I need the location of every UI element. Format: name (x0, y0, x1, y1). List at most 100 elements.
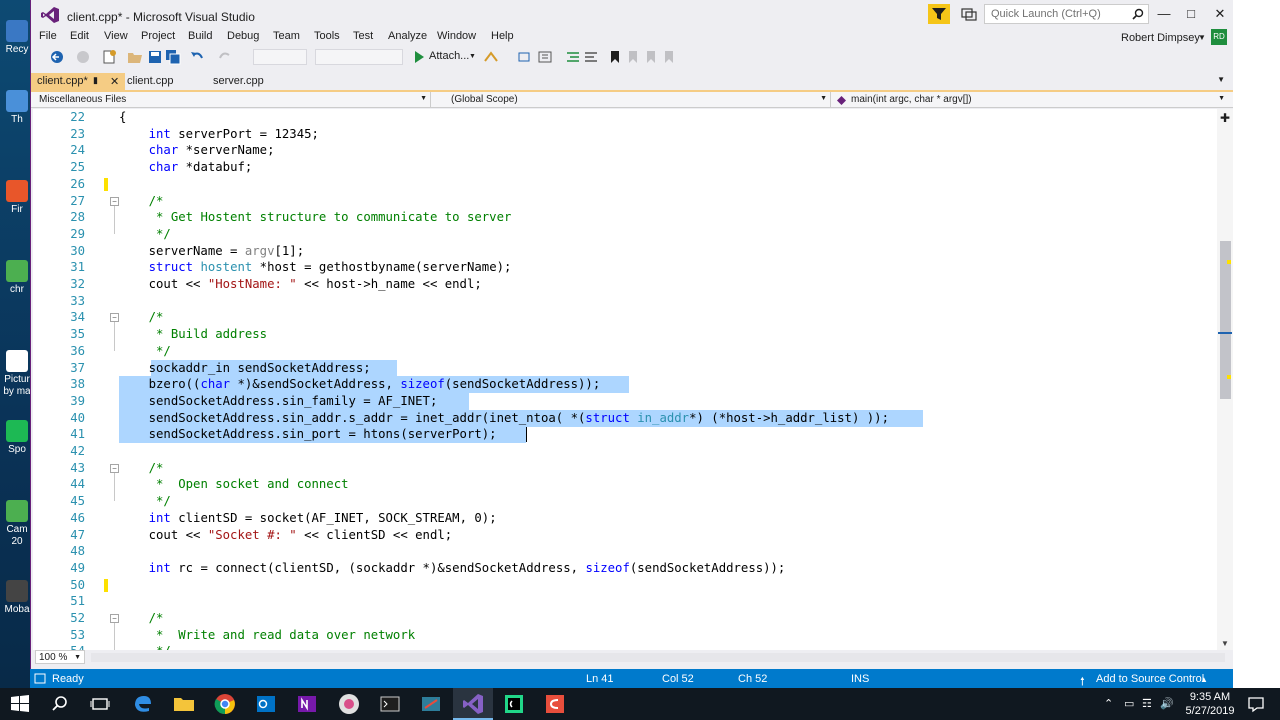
terminal-icon[interactable] (378, 692, 402, 716)
next-bookmark-icon[interactable] (643, 49, 659, 65)
code-line[interactable]: 32 cout << "HostName: " << host->h_name … (33, 276, 1217, 293)
tab-list-dropdown-icon[interactable]: ▼ (1217, 75, 1225, 84)
code-line[interactable]: 33 (33, 293, 1217, 310)
minimize-button[interactable]: — (1156, 6, 1172, 22)
code-line[interactable]: 53 * Write and read data over network (33, 627, 1217, 644)
code-line[interactable]: 51 (33, 593, 1217, 610)
vertical-scrollbar[interactable]: ✚ ▼ (1217, 109, 1234, 650)
save-all-icon[interactable] (165, 49, 181, 65)
attach-button[interactable]: Attach... (429, 50, 469, 62)
previous-bookmark-icon[interactable] (625, 49, 641, 65)
code-line[interactable]: 40 sendSocketAddress.sin_addr.s_addr = i… (33, 410, 1217, 427)
pin-icon[interactable]: ▮ (93, 75, 98, 86)
split-window-icon[interactable]: ✚ (1220, 111, 1230, 125)
bookmark-window-icon[interactable] (537, 49, 553, 65)
desktop-icon[interactable]: Pictur by ma (0, 350, 34, 398)
desktop-icon[interactable]: Cam 20 (0, 500, 34, 548)
code-line[interactable]: 39 sendSocketAddress.sin_family = AF_INE… (33, 393, 1217, 410)
code-line[interactable]: 23 int serverPort = 12345; (33, 126, 1217, 143)
uncomment-icon[interactable] (583, 49, 599, 65)
code-line[interactable]: 26 (33, 176, 1217, 193)
code-line[interactable]: 52 /* (33, 610, 1217, 627)
menu-build[interactable]: Build (188, 30, 212, 42)
code-editor[interactable]: − − − −22{23 int serverPort = 12345; 24 char… (33, 109, 1217, 650)
find-in-files-icon[interactable] (517, 49, 533, 65)
clion-icon[interactable] (502, 692, 526, 716)
chevron-down-icon[interactable]: ▼ (469, 53, 476, 60)
snipping-tool-icon[interactable] (419, 692, 443, 716)
project-dropdown[interactable]: Miscellaneous Files ▼ (35, 92, 431, 108)
media-app-icon[interactable] (337, 692, 361, 716)
code-line[interactable]: 35 * Build address (33, 326, 1217, 343)
back-arrow-icon[interactable] (49, 49, 65, 65)
tab-client-cpp[interactable]: client.cpp (121, 73, 179, 90)
code-line[interactable]: 22 { (33, 109, 1217, 126)
network-icon[interactable]: ☶ (1142, 697, 1152, 710)
code-line[interactable]: 25 char *databuf; (33, 159, 1217, 176)
close-button[interactable]: ✕ (1212, 6, 1228, 22)
comment-out-icon[interactable] (565, 49, 581, 65)
code-line[interactable]: 54 */ (33, 643, 1217, 650)
edge-browser-icon[interactable] (131, 692, 155, 716)
browser-link-icon[interactable] (483, 49, 499, 65)
windows-start-icon[interactable] (8, 692, 32, 716)
menu-edit[interactable]: Edit (70, 30, 89, 42)
code-line[interactable]: 43 /* (33, 460, 1217, 477)
desktop-icon[interactable]: chr (0, 260, 34, 296)
battery-icon[interactable]: ▭ (1124, 697, 1134, 710)
menu-analyze[interactable]: Analyze (388, 30, 427, 42)
horizontal-scrollbar[interactable] (91, 653, 1225, 662)
code-line[interactable]: 47 cout << "Socket #: " << clientSD << e… (33, 527, 1217, 544)
menu-test[interactable]: Test (353, 30, 373, 42)
solution-platform-dropdown[interactable] (315, 49, 403, 65)
code-line[interactable]: 34 /* (33, 309, 1217, 326)
desktop-icon[interactable]: Th (0, 90, 34, 126)
add-to-source-control-button[interactable]: Add to Source Control (1096, 673, 1204, 685)
menu-help[interactable]: Help (491, 30, 514, 42)
open-file-icon[interactable] (127, 49, 143, 65)
notifications-filter-button[interactable] (928, 4, 950, 24)
menu-tools[interactable]: Tools (314, 30, 340, 42)
close-tab-icon[interactable]: ✕ (110, 75, 119, 88)
member-dropdown[interactable]: main(int argc, char * argv[]) ▼ (831, 92, 1228, 108)
code-line[interactable]: 27 /* (33, 193, 1217, 210)
code-line[interactable]: 45 */ (33, 493, 1217, 510)
output-window-icon[interactable] (34, 673, 46, 684)
code-line[interactable]: 31 struct hostent *host = gethostbyname(… (33, 259, 1217, 276)
scope-dropdown[interactable]: (Global Scope) ▼ (431, 92, 831, 108)
desktop-icon[interactable]: Spo (0, 420, 34, 456)
quick-launch-input[interactable]: Quick Launch (Ctrl+Q) (984, 4, 1149, 24)
volume-icon[interactable]: 🔊 (1160, 697, 1174, 710)
redo-icon[interactable] (217, 49, 233, 65)
maximize-button[interactable]: □ (1183, 6, 1199, 22)
menu-window[interactable]: Window (437, 30, 476, 42)
zoom-dropdown[interactable]: 100 % ▼ (35, 650, 85, 664)
chevron-down-icon[interactable]: ▼ (1198, 33, 1206, 42)
code-line[interactable]: 46 int clientSD = socket(AF_INET, SOCK_S… (33, 510, 1217, 527)
visual-studio-icon[interactable] (461, 692, 485, 716)
code-line[interactable]: 41 sendSocketAddress.sin_port = htons(se… (33, 426, 1217, 443)
code-line[interactable]: 49 int rc = connect(clientSD, (sockaddr … (33, 560, 1217, 577)
play-icon[interactable] (411, 49, 427, 65)
user-avatar[interactable]: RD (1211, 29, 1227, 45)
menu-file[interactable]: File (39, 30, 57, 42)
file-explorer-icon[interactable] (172, 692, 196, 716)
desktop-icon[interactable]: Fir (0, 180, 34, 216)
chrome-icon[interactable] (213, 692, 237, 716)
forward-arrow-icon[interactable] (75, 49, 91, 65)
camtasia-icon[interactable] (543, 692, 567, 716)
code-line[interactable]: 28 * Get Hostent structure to communicat… (33, 209, 1217, 226)
menu-debug[interactable]: Debug (227, 30, 259, 42)
code-line[interactable]: 44 * Open socket and connect (33, 476, 1217, 493)
task-view-icon[interactable] (88, 692, 112, 716)
menu-view[interactable]: View (104, 30, 128, 42)
solution-configuration-dropdown[interactable] (253, 49, 307, 65)
outlook-icon[interactable] (254, 692, 278, 716)
undo-icon[interactable] (189, 49, 205, 65)
code-line[interactable]: 42 (33, 443, 1217, 460)
code-line[interactable]: 29 */ (33, 226, 1217, 243)
code-line[interactable]: 30 serverName = argv[1]; (33, 243, 1217, 260)
code-line[interactable]: 48 (33, 543, 1217, 560)
code-line[interactable]: 50 (33, 577, 1217, 594)
show-hidden-icons-icon[interactable]: ⌃ (1104, 697, 1113, 710)
